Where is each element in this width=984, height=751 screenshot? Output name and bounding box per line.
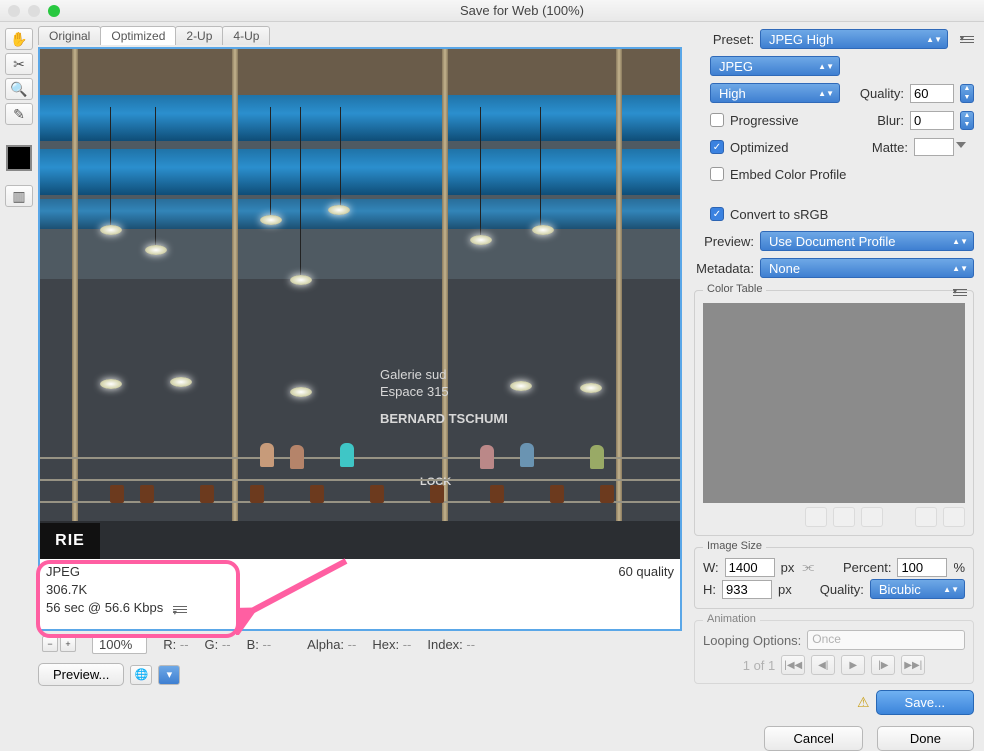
titlebar: Save for Web (100%) [0,0,984,22]
ct-tool-1-icon[interactable] [805,507,827,527]
blur-label: Blur: [877,113,904,128]
width-input[interactable] [725,558,775,577]
minimize-window-button[interactable] [28,5,40,17]
color-table-group: Color Table [694,290,974,536]
first-frame-icon: |◀◀ [781,655,805,675]
foreground-color-swatch[interactable] [6,145,32,171]
quality-input[interactable] [910,84,954,103]
hand-tool-icon[interactable]: ✋ [5,28,33,50]
preview-info: JPEG 306.7K 56 sec @ 56.6 Kbps 60 qualit… [46,563,674,623]
settings-panel: Preset: JPEG High▲▼ JPEG▲▼ High▲▼ Qualit… [688,22,984,716]
warning-icon: ⚠ [857,694,870,711]
percent-label: Percent: [843,560,891,575]
embed-profile-label: Embed Color Profile [730,167,846,182]
tab-4up[interactable]: 4-Up [222,26,270,45]
tool-column: ✋ ✂ 🔍 ✎ ▥ [0,22,38,716]
zoom-in-icon[interactable]: + [60,636,76,652]
color-table-flyout-icon[interactable] [953,287,967,297]
done-button[interactable]: Done [877,726,974,751]
last-frame-icon: ▶▶| [901,655,925,675]
blur-stepper[interactable]: ▲▼ [960,111,974,130]
preview-profile-select[interactable]: Use Document Profile▲▼ [760,231,974,251]
tab-2up[interactable]: 2-Up [175,26,223,45]
play-icon: ▶ [841,655,865,675]
preview-label: Preview: [694,234,754,249]
quality-stepper[interactable]: ▲▼ [960,84,974,103]
info-timing: 56 sec @ 56.6 Kbps [46,600,163,615]
image-size-group: Image Size W: px ⫘ Percent: % H: px Qual… [694,547,974,609]
progressive-label: Progressive [730,113,799,128]
quality-label: Quality: [860,86,904,101]
zoom-select[interactable]: 100% [92,635,147,654]
info-size: 306.7K [46,581,187,599]
ct-tool-3-icon[interactable] [861,507,883,527]
save-button[interactable]: Save... [876,690,974,715]
looping-label: Looping Options: [703,633,801,648]
image-text-rie: RIE [40,523,100,559]
preset-select[interactable]: JPEG High▲▼ [760,29,948,49]
resample-select[interactable]: Bicubic▲▼ [870,579,965,599]
ct-new-icon[interactable] [915,507,937,527]
ct-trash-icon[interactable] [943,507,965,527]
color-table[interactable] [703,303,965,503]
quality-preset-select[interactable]: High▲▼ [710,83,840,103]
browser-icon[interactable]: 🌐 [130,665,152,685]
link-dimensions-icon[interactable]: ⫘ [800,559,816,575]
height-input[interactable] [722,580,772,599]
zoom-window-button[interactable] [48,5,60,17]
window-title: Save for Web (100%) [68,3,976,18]
slice-select-tool-icon[interactable]: ✂ [5,53,33,75]
zoom-tool-icon[interactable]: 🔍 [5,78,33,100]
close-window-button[interactable] [8,5,20,17]
matte-select[interactable] [914,138,954,156]
image-text: Galerie sud Espace 315 BERNARD TSCHUMI [380,367,508,428]
info-format: JPEG [46,563,187,581]
embed-profile-checkbox[interactable] [710,167,724,181]
matte-label: Matte: [872,140,908,155]
metadata-select[interactable]: None▲▼ [760,258,974,278]
toggle-slices-icon[interactable]: ▥ [5,185,33,207]
progressive-checkbox[interactable] [710,113,724,127]
blur-input[interactable] [910,111,954,130]
next-frame-icon: |▶ [871,655,895,675]
optimized-label: Optimized [730,140,789,155]
optimized-checkbox[interactable]: ✓ [710,140,724,154]
preset-flyout-icon[interactable] [960,34,974,44]
status-bar: − + 100% R: -- G: -- B: -- Alpha: -- Hex… [38,631,682,657]
info-quality: 60 quality [618,563,674,581]
frame-indicator: 1 of 1 [743,658,776,673]
metadata-label: Metadata: [694,261,754,276]
browser-select-icon[interactable]: ▾ [158,665,180,685]
percent-input[interactable] [897,558,947,577]
eyedropper-tool-icon[interactable]: ✎ [5,103,33,125]
zoom-out-icon[interactable]: − [42,636,58,652]
preview-in-browser-button[interactable]: Preview... [38,663,124,686]
download-rate-menu-icon[interactable] [173,604,187,614]
resample-label: Quality: [820,582,864,597]
ct-tool-2-icon[interactable] [833,507,855,527]
tab-original[interactable]: Original [38,26,101,45]
animation-group: Animation Looping Options: Once 1 of 1 |… [694,620,974,684]
prev-frame-icon: ◀| [811,655,835,675]
height-label: H: [703,582,716,597]
cancel-button[interactable]: Cancel [764,726,862,751]
preview-area[interactable]: Galerie sud Espace 315 BERNARD TSCHUMI L… [38,47,682,631]
looping-select: Once [807,630,965,650]
tab-optimized[interactable]: Optimized [100,26,176,45]
preview-tabs: Original Optimized 2-Up 4-Up [38,26,682,45]
convert-srgb-checkbox[interactable]: ✓ [710,207,724,221]
width-label: W: [703,560,719,575]
convert-srgb-label: Convert to sRGB [730,207,828,222]
preset-label: Preset: [694,32,754,47]
format-select[interactable]: JPEG▲▼ [710,56,840,76]
preview-image: Galerie sud Espace 315 BERNARD TSCHUMI L… [40,49,680,559]
